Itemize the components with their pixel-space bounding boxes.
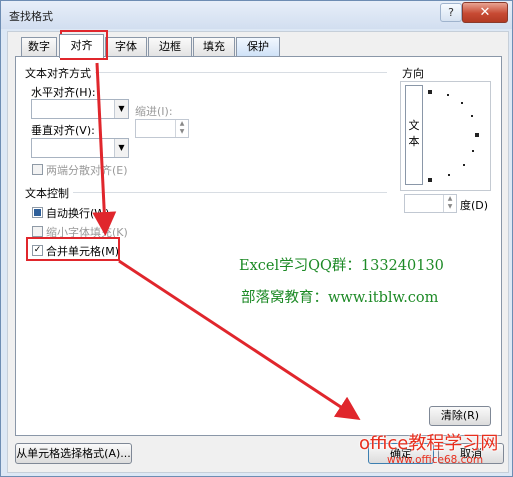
tab-alignment[interactable]: 对齐 [59, 34, 104, 58]
arrow-to-ok-button [118, 259, 361, 420]
find-format-dialog: 查找格式 ? ✕ 数字 对齐 字体 边框 填充 保护 文本对齐方式 水平对齐(H… [0, 0, 513, 477]
annotation-arrows [92, 62, 361, 420]
arrow-to-merge-cells [92, 62, 117, 236]
